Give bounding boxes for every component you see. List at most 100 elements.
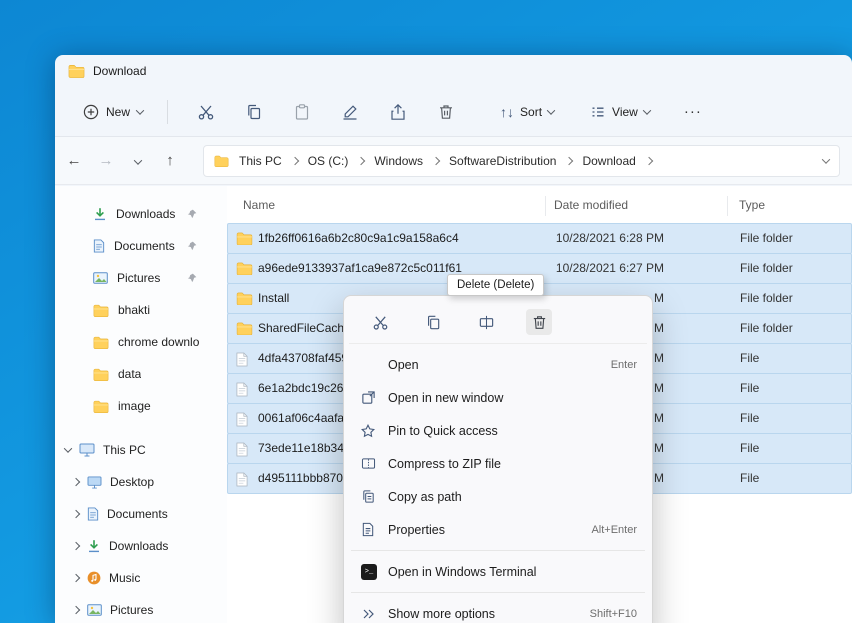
delete-button[interactable]: [422, 95, 470, 129]
chevron-down-icon[interactable]: [64, 444, 72, 452]
file-row[interactable]: 1fb26ff0616a6b2c80c9a1c9a158a6c4 10/28/2…: [227, 223, 852, 254]
rename-icon: [478, 314, 495, 331]
sort-button-label: Sort: [520, 105, 542, 119]
column-header-type[interactable]: Type: [739, 198, 765, 212]
context-menu: Open Enter Open in new window Pin to Qui…: [343, 295, 653, 623]
menu-separator: [351, 592, 645, 593]
sort-button[interactable]: ↑↓ Sort: [492, 98, 562, 126]
menu-item-label: Open in Windows Terminal: [388, 565, 637, 579]
copy-icon: [425, 314, 442, 331]
up-button[interactable]: ↑: [161, 152, 179, 169]
delete-menu-button[interactable]: [526, 309, 552, 335]
chevron-right-icon[interactable]: [72, 478, 80, 486]
column-header-name[interactable]: Name: [243, 198, 275, 212]
copy-button[interactable]: [230, 95, 278, 129]
sidebar-item-label: Downloads: [109, 539, 168, 553]
chevron-right-icon[interactable]: [565, 156, 573, 164]
sidebar-item-label: data: [118, 367, 141, 381]
paste-button[interactable]: [278, 95, 326, 129]
recent-locations-button[interactable]: [129, 152, 147, 169]
chevron-right-icon[interactable]: [72, 542, 80, 550]
menu-item-label: Copy as path: [388, 490, 637, 504]
context-menu-quick-actions: [349, 301, 647, 344]
column-headers: Name Date modified Type: [227, 192, 852, 220]
pin-icon: [187, 241, 197, 251]
scissors-icon: [372, 314, 389, 331]
chevron-right-icon[interactable]: [357, 156, 365, 164]
breadcrumb-item-download[interactable]: Download: [580, 152, 637, 170]
menu-item-label: Show more options: [388, 607, 590, 621]
see-more-button[interactable]: ···: [684, 103, 702, 120]
menu-item-open-in-new-window[interactable]: Open in new window: [349, 381, 647, 414]
chevron-right-icon[interactable]: [72, 510, 80, 518]
chevron-right-icon[interactable]: [290, 156, 298, 164]
sidebar-item-label: Pictures: [110, 603, 153, 617]
sidebar-item-data[interactable]: data: [55, 358, 227, 390]
menu-item-label: Compress to ZIP file: [388, 457, 637, 471]
column-divider[interactable]: [545, 196, 546, 216]
file-type: File: [740, 471, 759, 485]
folder-icon: [214, 155, 229, 167]
breadcrumb-item-os-c[interactable]: OS (C:): [306, 152, 351, 170]
copy-menu-button[interactable]: [420, 309, 446, 335]
sidebar-item-label: Documents: [107, 507, 168, 521]
address-dropdown-chevron-icon[interactable]: [822, 155, 830, 163]
sidebar-item-pictures-pc[interactable]: Pictures: [55, 594, 227, 623]
menu-item-label: Open in new window: [388, 391, 637, 405]
chevron-right-icon[interactable]: [72, 606, 80, 614]
menu-item-shortcut: Shift+F10: [590, 608, 637, 620]
rename-menu-button[interactable]: [473, 309, 499, 335]
copy-icon: [245, 103, 263, 121]
rename-button[interactable]: [326, 95, 374, 129]
breadcrumb-item-softwaredistribution[interactable]: SoftwareDistribution: [447, 152, 558, 170]
chevron-right-icon[interactable]: [645, 156, 653, 164]
new-button[interactable]: New: [73, 98, 153, 126]
back-button[interactable]: ←: [65, 152, 83, 169]
file-icon: [236, 412, 248, 427]
sidebar-item-label: Downloads: [116, 207, 175, 221]
sidebar-item-image[interactable]: image: [55, 390, 227, 422]
breadcrumb[interactable]: This PC OS (C:) Windows SoftwareDistribu…: [203, 145, 840, 177]
view-button[interactable]: View: [582, 98, 658, 126]
sidebar-item-pictures[interactable]: Pictures: [55, 262, 227, 294]
menu-separator: [351, 550, 645, 551]
sidebar-item-label: This PC: [103, 443, 146, 457]
pin-icon: [361, 424, 388, 438]
downloads-icon: [93, 207, 107, 221]
menu-item-compress-to-zip[interactable]: Compress to ZIP file: [349, 447, 647, 480]
folder-icon: [93, 304, 109, 317]
chevron-right-icon[interactable]: [432, 156, 440, 164]
column-header-date-modified[interactable]: Date modified: [554, 198, 628, 212]
menu-item-open[interactable]: Open Enter: [349, 348, 647, 381]
cut-button[interactable]: [182, 95, 230, 129]
trash-icon: [437, 103, 455, 121]
cut-menu-button[interactable]: [367, 309, 393, 335]
sidebar-item-bhakti[interactable]: bhakti: [55, 294, 227, 326]
menu-item-open-in-windows-terminal[interactable]: >_ Open in Windows Terminal: [349, 555, 647, 588]
menu-item-copy-as-path[interactable]: Copy as path: [349, 480, 647, 513]
sidebar-item-downloads[interactable]: Downloads: [55, 198, 227, 230]
folder-icon: [93, 400, 109, 413]
pin-icon: [187, 209, 197, 219]
sidebar-item-downloads-pc[interactable]: Downloads: [55, 530, 227, 562]
menu-item-pin-to-quick-access[interactable]: Pin to Quick access: [349, 414, 647, 447]
chevron-right-icon[interactable]: [72, 574, 80, 582]
menu-item-properties[interactable]: Properties Alt+Enter: [349, 513, 647, 546]
file-icon: [236, 382, 248, 397]
breadcrumb-item-windows[interactable]: Windows: [372, 152, 425, 170]
sidebar-item-chrome-downloads[interactable]: chrome downlo: [55, 326, 227, 358]
sidebar-item-documents[interactable]: Documents: [55, 230, 227, 262]
file-type: File folder: [740, 261, 793, 275]
folder-icon: [236, 262, 253, 275]
column-divider[interactable]: [727, 196, 728, 216]
sidebar-item-music[interactable]: Music: [55, 562, 227, 594]
menu-item-label: Properties: [388, 523, 591, 537]
menu-item-show-more-options[interactable]: Show more options Shift+F10: [349, 597, 647, 623]
sidebar-item-label: chrome downlo: [118, 335, 199, 349]
share-button[interactable]: [374, 95, 422, 129]
breadcrumb-item-this-pc[interactable]: This PC: [237, 152, 284, 170]
sidebar-item-this-pc[interactable]: This PC: [55, 434, 227, 466]
sidebar-item-documents-pc[interactable]: Documents: [55, 498, 227, 530]
sidebar-item-desktop[interactable]: Desktop: [55, 466, 227, 498]
forward-button[interactable]: →: [97, 152, 115, 169]
